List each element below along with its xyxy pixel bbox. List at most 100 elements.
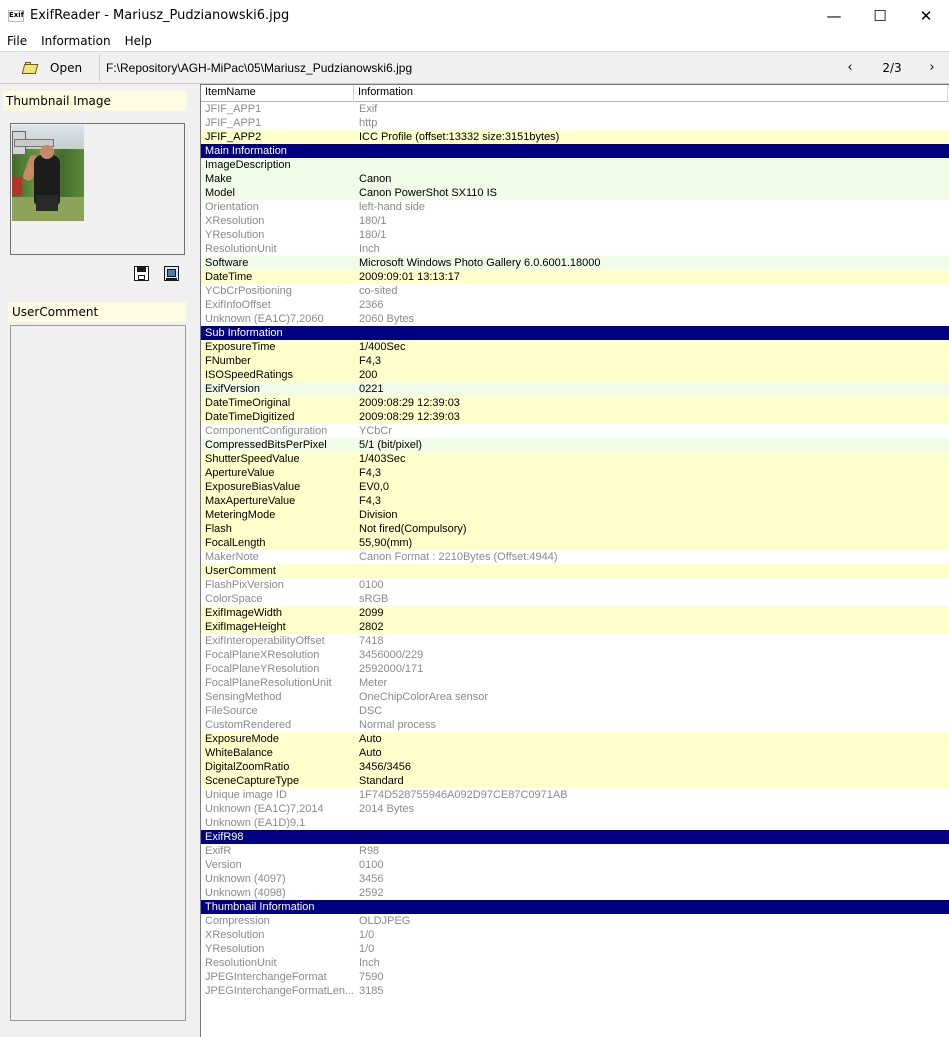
table-row[interactable]: YCbCrPositioning co-sited	[201, 284, 949, 298]
item-name-cell: Unknown (EA1C)7,2060	[205, 313, 324, 325]
table-row[interactable]: ShutterSpeedValue 1/403Sec	[201, 452, 949, 466]
save-thumbnail-icon[interactable]	[134, 266, 149, 281]
table-row[interactable]: DateTimeOriginal 2009:08:29 12:39:03	[201, 396, 949, 410]
table-row[interactable]: JPEGInterchangeFormatLen... 3185	[201, 984, 949, 998]
table-row[interactable]: FlashPixVersion 0100	[201, 578, 949, 592]
table-row[interactable]: Unknown (4097) 3456	[201, 872, 949, 886]
close-button[interactable]: ✕	[903, 0, 949, 31]
table-row[interactable]: FocalPlaneXResolution 3456000/229	[201, 648, 949, 662]
column-header-information[interactable]: Information	[354, 85, 948, 102]
table-row[interactable]: Unknown (EA1D)9,1	[201, 816, 949, 830]
section-header-row[interactable]: Thumbnail Information	[201, 900, 949, 914]
table-row[interactable]: Orientation left-hand side	[201, 200, 949, 214]
table-row[interactable]: ImageDescription	[201, 158, 949, 172]
item-name-cell: WhiteBalance	[205, 747, 273, 759]
item-name-cell: ExifR	[205, 845, 232, 857]
table-row[interactable]: MaxApertureValue F4,3	[201, 494, 949, 508]
table-row[interactable]: CustomRendered Normal process	[201, 718, 949, 732]
table-row[interactable]: WhiteBalance Auto	[201, 746, 949, 760]
next-image-button[interactable]: ›	[922, 60, 942, 75]
table-row[interactable]: CompressedBitsPerPixel 5/1 (bit/pixel)	[201, 438, 949, 452]
table-row[interactable]: Unknown (4098) 2592	[201, 886, 949, 900]
item-name-cell: MakerNote	[205, 551, 259, 563]
table-row[interactable]: MeteringMode Division	[201, 508, 949, 522]
table-row[interactable]: ExifVersion 0221	[201, 382, 949, 396]
item-name-cell: Main Information	[205, 145, 287, 157]
item-name-cell: ColorSpace	[205, 593, 263, 605]
table-row[interactable]: Flash Not fired(Compulsory)	[201, 522, 949, 536]
table-row[interactable]: FileSource DSC	[201, 704, 949, 718]
table-row[interactable]: JPEGInterchangeFormat 7590	[201, 970, 949, 984]
open-button[interactable]: Open	[16, 57, 96, 79]
item-name-cell: Sub Information	[205, 327, 283, 339]
table-row[interactable]: Software Microsoft Windows Photo Gallery …	[201, 256, 949, 270]
section-header-row[interactable]: Main Information	[201, 144, 949, 158]
table-row[interactable]: YResolution 1/0	[201, 942, 949, 956]
minimize-button[interactable]: —	[811, 0, 857, 31]
table-row[interactable]: ResolutionUnit Inch	[201, 242, 949, 256]
item-name-cell: ExifInteroperabilityOffset	[205, 635, 325, 647]
table-row[interactable]: JFIF_APP2 ICC Profile (offset:13332 size:…	[201, 130, 949, 144]
information-cell: DSC	[359, 705, 383, 717]
item-name-cell: ResolutionUnit	[205, 243, 277, 255]
table-row[interactable]: YResolution 180/1	[201, 228, 949, 242]
table-row[interactable]: ExifImageWidth 2099	[201, 606, 949, 620]
table-row[interactable]: ResolutionUnit Inch	[201, 956, 949, 970]
item-name-cell: Orientation	[205, 201, 259, 213]
table-row[interactable]: Version 0100	[201, 858, 949, 872]
table-row[interactable]: FocalLength 55,90(mm)	[201, 536, 949, 550]
table-row[interactable]: JFIF_APP1 Exif	[201, 102, 949, 116]
table-row[interactable]: SceneCaptureType Standard	[201, 774, 949, 788]
item-name-cell: YResolution	[205, 943, 265, 955]
table-row[interactable]: ExifR R98	[201, 844, 949, 858]
table-row[interactable]: Unknown (EA1C)7,2014 2014 Bytes	[201, 802, 949, 816]
menu-help[interactable]: Help	[118, 31, 159, 51]
table-row[interactable]: ComponentConfiguration YCbCr	[201, 424, 949, 438]
table-row[interactable]: ExifInteroperabilityOffset 7418	[201, 634, 949, 648]
table-row[interactable]: MakerNote Canon Format : 2210Bytes (Offse…	[201, 550, 949, 564]
table-row[interactable]: Make Canon	[201, 172, 949, 186]
table-row[interactable]: Unknown (EA1C)7,2060 2060 Bytes	[201, 312, 949, 326]
item-name-cell: ApertureValue	[205, 467, 275, 479]
table-row[interactable]: ExposureBiasValue EV0,0	[201, 480, 949, 494]
menu-file[interactable]: File	[0, 31, 34, 51]
table-row[interactable]: Unique image ID 1F74D528755946A092D97CE87…	[201, 788, 949, 802]
item-name-cell: FileSource	[205, 705, 258, 717]
section-header-row[interactable]: Sub Information	[201, 326, 949, 340]
item-name-cell: ExifImageWidth	[205, 607, 283, 619]
table-row[interactable]: ExifImageHeight 2802	[201, 620, 949, 634]
table-row[interactable]: XResolution 1/0	[201, 928, 949, 942]
information-cell: 2014 Bytes	[359, 803, 415, 815]
table-row[interactable]: Compression OLDJPEG	[201, 914, 949, 928]
table-row[interactable]: JFIF_APP1 http	[201, 116, 949, 130]
table-row[interactable]: ExposureTime 1/400Sec	[201, 340, 949, 354]
table-row[interactable]: SensingMethod OneChipColorArea sensor	[201, 690, 949, 704]
table-row[interactable]: FocalPlaneResolutionUnit Meter	[201, 676, 949, 690]
section-header-row[interactable]: ExifR98	[201, 830, 949, 844]
table-row[interactable]: DateTime 2009:09:01 13:13:17	[201, 270, 949, 284]
item-name-cell: MaxApertureValue	[205, 495, 296, 507]
column-header-itemname[interactable]: ItemName	[201, 85, 354, 102]
table-row[interactable]: ExifInfoOffset 2366	[201, 298, 949, 312]
table-row[interactable]: Model Canon PowerShot SX110 IS	[201, 186, 949, 200]
table-row[interactable]: XResolution 180/1	[201, 214, 949, 228]
information-cell: Inch	[359, 957, 380, 969]
table-row[interactable]: UserComment	[201, 564, 949, 578]
table-row[interactable]: ISOSpeedRatings 200	[201, 368, 949, 382]
table-row[interactable]: FNumber F4,3	[201, 354, 949, 368]
maximize-button[interactable]: ☐	[857, 0, 903, 31]
menu-information[interactable]: Information	[34, 31, 117, 51]
table-row[interactable]: DigitalZoomRatio 3456/3456	[201, 760, 949, 774]
prev-image-button[interactable]: ‹	[840, 60, 860, 75]
usercomment-box[interactable]	[10, 325, 186, 1021]
information-cell: 180/1	[359, 215, 387, 227]
view-image-icon[interactable]	[164, 266, 179, 281]
table-row[interactable]: ColorSpace sRGB	[201, 592, 949, 606]
table-row[interactable]: ExposureMode Auto	[201, 732, 949, 746]
table-row[interactable]: ApertureValue F4,3	[201, 466, 949, 480]
usercomment-header: UserComment	[8, 302, 186, 322]
information-cell: R98	[359, 845, 380, 857]
table-row[interactable]: DateTimeDigitized 2009:08:29 12:39:03	[201, 410, 949, 424]
table-row[interactable]: FocalPlaneYResolution 2592000/171	[201, 662, 949, 676]
thumbnail-image	[12, 125, 84, 221]
